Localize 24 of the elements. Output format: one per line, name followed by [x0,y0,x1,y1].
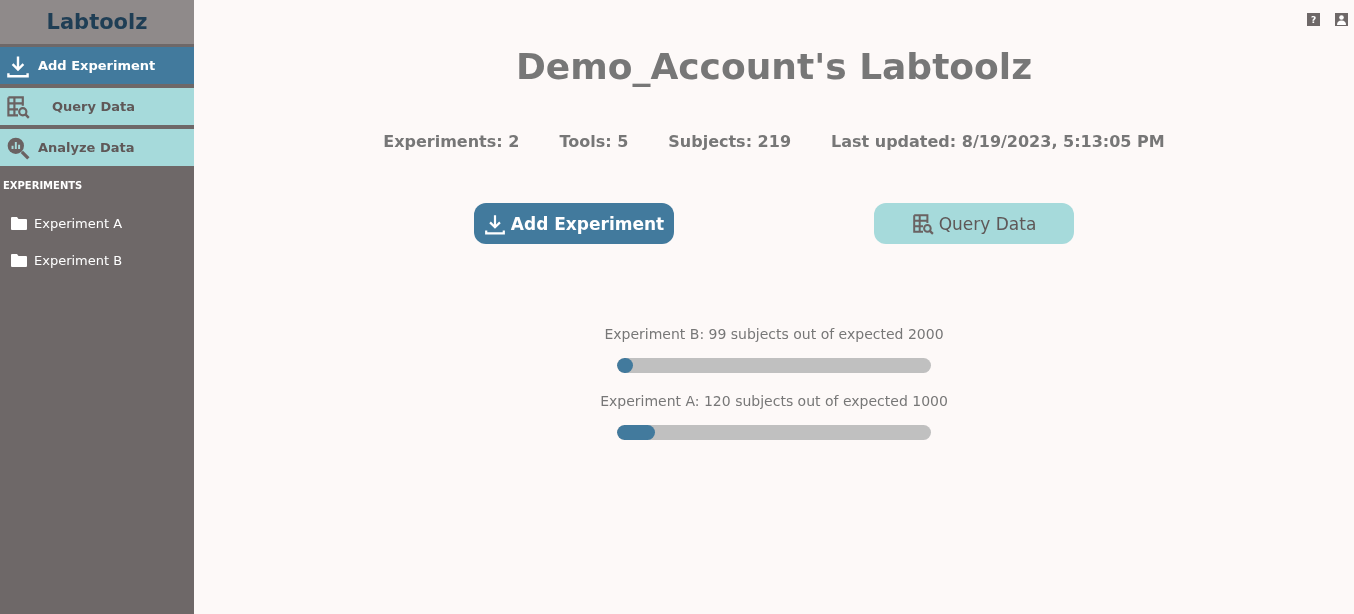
folder-icon [11,254,27,267]
add-experiment-button[interactable]: Add Experiment [474,203,674,244]
nav-item[interactable]: Query Data [0,88,194,125]
folder-icon [11,217,27,230]
stat-text: Last updated: 8/19/2023, 5:13:05 PM [831,132,1165,151]
app-logo-text: Labtoolz [46,10,148,34]
table-search-icon [6,94,30,119]
download-icon [483,212,506,235]
stat-text: Tools: 5 [559,132,629,151]
progress-label: Experiment A: 120 subjects out of expected 1000 [600,393,948,409]
progress-label: Experiment B: 99 subjects out of expected 2000 [604,326,944,342]
help-icon[interactable]: ? [1307,13,1320,26]
section-title: EXPERIMENTS [2,179,84,191]
nav-item[interactable]: Analyze Data [0,129,194,166]
experiment-item[interactable]: Experiment B [11,253,194,268]
page-title: Demo_Account's Labtoolz [515,46,1033,87]
stat-text: Experiments: 2 [383,132,520,151]
experiment-item[interactable]: Experiment A [11,216,194,231]
stat-text: Subjects: 219 [668,132,791,151]
query-data-button[interactable]: Query Data [874,203,1074,244]
user-icon[interactable] [1335,13,1348,26]
chart-search-icon [6,135,30,160]
download-icon [6,53,30,78]
table-search-icon [911,212,934,235]
